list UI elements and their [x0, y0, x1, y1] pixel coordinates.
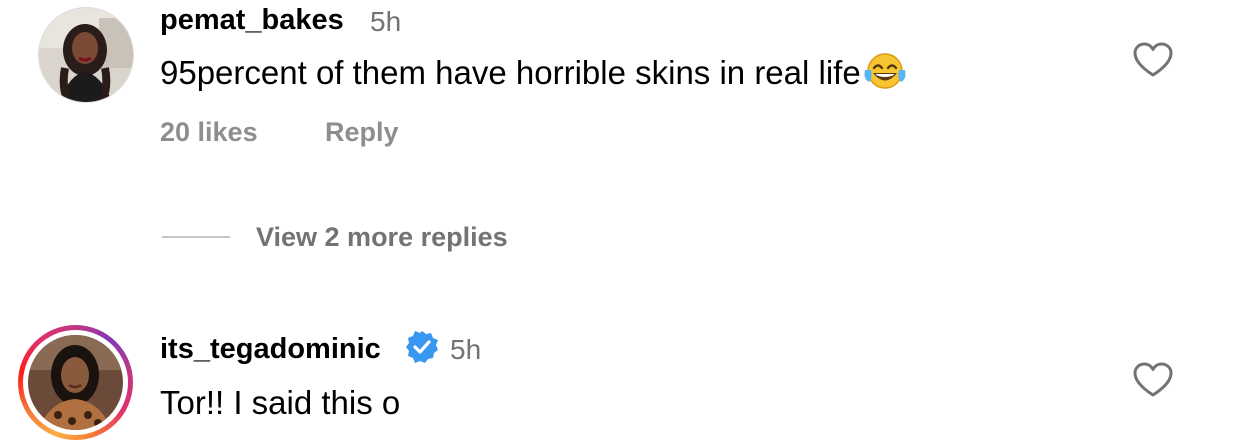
comment-timestamp: 5h [450, 334, 482, 365]
comment-body: Tor!! I said this o [160, 384, 401, 421]
heart-outline-icon[interactable] [1133, 362, 1173, 398]
story-ring[interactable] [18, 325, 133, 440]
comment-text: 95percent of them have horrible skins in… [160, 52, 907, 98]
comment-username[interactable]: pemat_bakes [160, 4, 344, 37]
view-more-replies-button[interactable]: View 2 more replies [256, 222, 508, 253]
avatar-its-tegadominic[interactable] [28, 335, 123, 430]
avatar-pemat-bakes[interactable] [38, 7, 134, 103]
likes-count[interactable]: 20 likes [160, 117, 258, 148]
verified-badge-icon [405, 330, 439, 364]
heart-outline-icon[interactable] [1133, 42, 1173, 78]
replies-divider-line [162, 236, 230, 238]
comment-body: 95percent of them have horrible skins in… [160, 54, 861, 91]
reply-button[interactable]: Reply [325, 117, 399, 148]
comment-username[interactable]: its_tegadominic [160, 333, 381, 366]
comment-timestamp: 5h [370, 6, 402, 37]
face-with-tears-of-joy-icon [863, 52, 907, 98]
